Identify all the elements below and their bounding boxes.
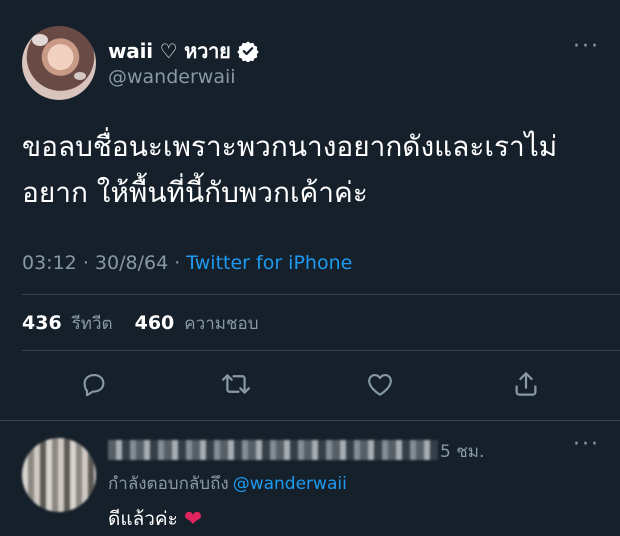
more-options-icon[interactable]: ···: [573, 36, 600, 58]
tweet-text: ขอลบชื่อนะเพราะพวกนางอยากดังและเราไม่ อย…: [22, 130, 558, 209]
heart-icon: [368, 373, 392, 396]
author-handle[interactable]: @wanderwaii: [108, 66, 236, 88]
verified-badge-icon: [237, 41, 259, 62]
replying-to-mention[interactable]: @wanderwaii: [233, 474, 347, 494]
replying-to-label: กำลังตอบกลับถึง: [108, 474, 229, 494]
tweet: waii ♡ หวาย @wanderwaii ··· ขอลบชื่อนะเพ…: [0, 0, 620, 420]
like-button[interactable]: [360, 364, 400, 404]
meta-separator: ·: [174, 252, 181, 274]
tweet-actions: [0, 364, 620, 408]
share-icon: [515, 372, 537, 396]
replying-to: กำลังตอบกลับถึง @wanderwaii: [108, 470, 347, 497]
author-name-row: waii ♡ หวาย: [108, 38, 259, 64]
retweets-label[interactable]: รีทวีต: [72, 310, 113, 337]
reply-icon: [83, 373, 105, 397]
reply-text: ดีแล้วค่ะ ❤: [108, 504, 202, 534]
reply-time[interactable]: 5 ชม.: [440, 438, 484, 465]
reply-text-content: ดีแล้วค่ะ: [108, 508, 178, 530]
tweet-date[interactable]: 30/8/64: [95, 252, 168, 274]
likes-label[interactable]: ความชอบ: [184, 310, 258, 337]
retweet-icon: [221, 374, 251, 394]
tweet-time[interactable]: 03:12: [22, 252, 77, 274]
avatar[interactable]: [22, 26, 96, 100]
meta-separator: ·: [82, 252, 89, 274]
engagement-stats: 436 รีทวีต 460 ความชอบ: [22, 310, 271, 337]
reply-more-options-icon[interactable]: ···: [573, 434, 600, 456]
reply-avatar[interactable]: [22, 438, 96, 512]
divider: [22, 350, 620, 351]
reply-button[interactable]: [74, 364, 114, 404]
redacted-author-name: [108, 440, 438, 460]
likes-count[interactable]: 460: [135, 312, 175, 334]
retweet-button[interactable]: [216, 364, 256, 404]
reply-tweet[interactable]: 5 ชม. ··· กำลังตอบกลับถึง @wanderwaii ดีแ…: [0, 420, 620, 536]
retweets-count[interactable]: 436: [22, 312, 62, 334]
share-button[interactable]: [506, 364, 546, 404]
divider: [22, 294, 620, 295]
tweet-meta: 03:12 · 30/8/64 · Twitter for iPhone: [22, 252, 352, 274]
red-heart-emoji: ❤: [183, 506, 203, 532]
tweet-source-link[interactable]: Twitter for iPhone: [186, 252, 352, 274]
display-name[interactable]: waii ♡ หวาย: [108, 35, 231, 67]
